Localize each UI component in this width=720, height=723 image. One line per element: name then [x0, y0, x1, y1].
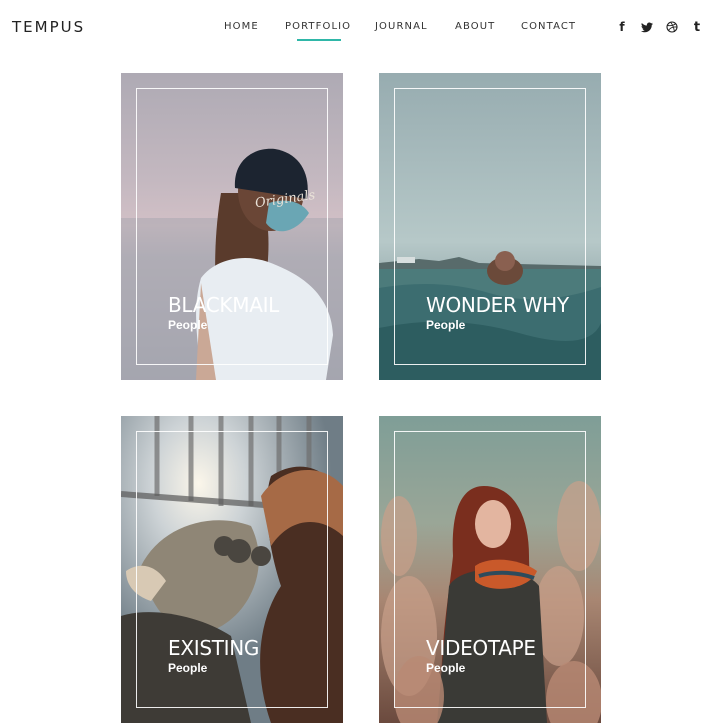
portfolio-card-videotape[interactable]: VIDEOTAPE People	[379, 416, 601, 723]
card-frame	[136, 88, 328, 365]
card-category: People	[426, 661, 466, 675]
portfolio-card-blackmail[interactable]: Originals BLACKMAIL People	[121, 73, 343, 380]
card-category: People	[168, 661, 208, 675]
card-title: EXISTING	[168, 636, 260, 660]
card-category: People	[168, 318, 208, 332]
card-title: BLACKMAIL	[168, 293, 280, 317]
portfolio-card-wonder-why[interactable]: WONDER WHY People	[379, 73, 601, 380]
portfolio-grid: Originals BLACKMAIL People WONDER WHY Pe…	[0, 0, 720, 723]
card-frame	[394, 88, 586, 365]
portfolio-card-existing[interactable]: EXISTING People	[121, 416, 343, 723]
card-category: People	[426, 318, 466, 332]
card-title: VIDEOTAPE	[426, 636, 536, 660]
card-frame	[136, 431, 328, 708]
card-title: WONDER WHY	[426, 293, 569, 317]
card-frame	[394, 431, 586, 708]
